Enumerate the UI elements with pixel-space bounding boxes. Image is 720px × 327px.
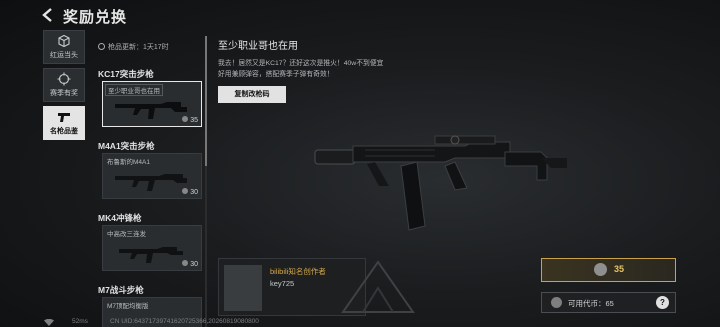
- list-item-title: KC17突击步枪: [98, 69, 154, 79]
- exchange-button[interactable]: 35: [541, 258, 676, 282]
- coin-icon: [182, 260, 189, 266]
- tab-lucky-box[interactable]: 红运当头: [43, 30, 85, 64]
- status-bar: 52ms CN UID:64371739741620725366,2026081…: [0, 318, 720, 327]
- item-price: 35: [182, 116, 198, 124]
- list-item-title: MK4冲锋枪: [98, 213, 142, 223]
- skin-name: 中高改三连发: [107, 231, 146, 238]
- kc17-rifle-image: [314, 135, 567, 231]
- skin-name: M7顶配均衡版: [107, 303, 149, 310]
- list-item-mk4[interactable]: 中高改三连发 30: [102, 225, 202, 271]
- token-icon: [551, 297, 562, 308]
- refresh-timer: 枪品更新：1天17时: [98, 42, 169, 52]
- wifi-icon: [44, 319, 54, 326]
- triangle-watermark-icon: [341, 260, 415, 313]
- gun-list: 枪品更新：1天17时 KC17突击步枪 至少职业哥也在用 35 M4A1突击步枪…: [92, 36, 208, 327]
- ping-text: 52ms: [72, 318, 88, 325]
- rifle-thumbnail-icon: [115, 174, 187, 191]
- tab-label: 红运当头: [50, 52, 78, 59]
- coin-icon: [182, 116, 189, 122]
- target-icon: [57, 72, 71, 86]
- available-tokens: 可用代币：65 ?: [541, 292, 676, 313]
- token-icon: [594, 263, 607, 276]
- exchange-price: 35: [614, 264, 625, 274]
- clock-icon: [98, 43, 105, 50]
- available-tokens-text: 可用代币：65: [568, 299, 614, 308]
- pistol-icon: [58, 113, 70, 122]
- creator-code: key725: [270, 279, 295, 288]
- top-bar: 奖励兑换: [0, 0, 720, 30]
- coin-icon: [182, 188, 189, 194]
- list-item-title: M7战斗步枪: [98, 285, 144, 295]
- creator-avatar: [224, 265, 262, 311]
- back-arrow-icon[interactable]: [40, 7, 56, 23]
- category-tabs: 红运当头 赛季有奖 名枪品鉴: [43, 30, 85, 140]
- page-title: 奖励兑换: [63, 9, 128, 26]
- skin-title: 至少职业哥也在用: [218, 41, 298, 52]
- tab-famous-guns[interactable]: 名枪品鉴: [43, 106, 85, 140]
- help-icon[interactable]: ?: [656, 296, 669, 309]
- tab-season-reward[interactable]: 赛季有奖: [43, 68, 85, 102]
- creator-name: bilibili知名创作者: [270, 267, 326, 276]
- item-price: 30: [182, 188, 198, 196]
- list-item-title: M4A1突击步枪: [98, 141, 155, 151]
- list-item-m4a1[interactable]: 布鲁斯的M4A1 30: [102, 153, 202, 199]
- copy-gun-code-button[interactable]: 复制改枪码: [218, 86, 286, 103]
- skin-description: 我去！居然又是KC17？还好这次是推火！40w不到便宜好用兼顾弹容，搭配赛季子弹…: [218, 60, 384, 78]
- tab-label: 赛季有奖: [50, 90, 78, 97]
- skin-name: 布鲁斯的M4A1: [107, 159, 150, 166]
- item-price: 30: [182, 260, 198, 268]
- tab-label: 名枪品鉴: [50, 128, 78, 135]
- rifle-thumbnail-icon: [115, 102, 187, 119]
- smg-thumbnail-icon: [119, 247, 183, 263]
- box-icon: [58, 34, 70, 48]
- list-item-kc17[interactable]: 至少职业哥也在用 35: [102, 81, 202, 127]
- list-scrollbar-thumb[interactable]: [205, 36, 207, 166]
- uid-text: CN UID:64371739741620725366,202608190808…: [110, 318, 259, 325]
